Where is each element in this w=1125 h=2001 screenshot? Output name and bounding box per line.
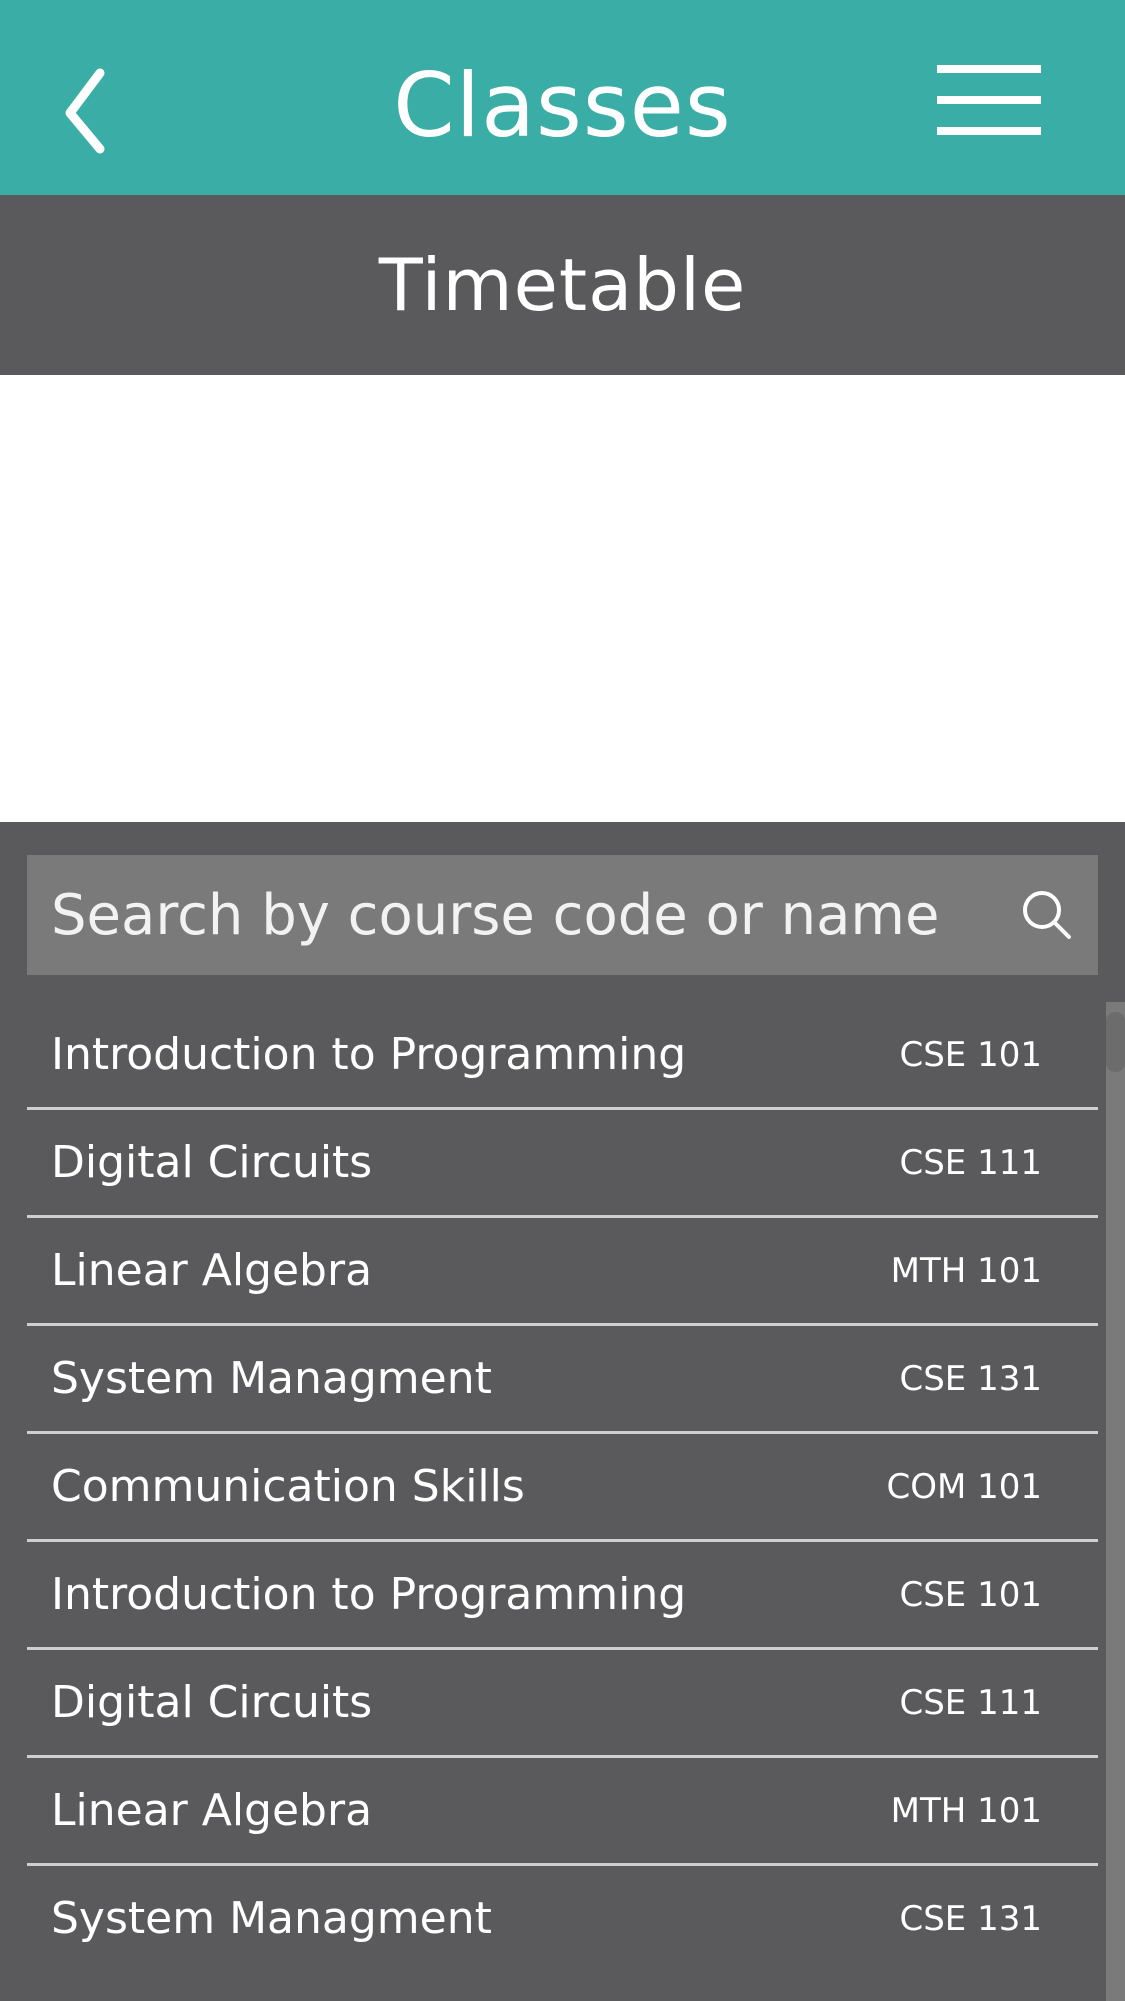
- course-name: Introduction to Programming: [51, 1029, 687, 1080]
- course-name: Linear Algebra: [51, 1245, 373, 1296]
- course-code: MTH 101: [890, 1250, 1042, 1291]
- course-panel: Introduction to Programming CSE 101 Digi…: [0, 822, 1125, 2001]
- section-header: Timetable: [0, 195, 1125, 375]
- scrollbar-track[interactable]: [1106, 1002, 1125, 2001]
- course-code: CSE 131: [899, 1358, 1042, 1399]
- course-code: CSE 101: [899, 1034, 1042, 1075]
- scrollbar-thumb[interactable]: [1106, 1012, 1125, 1072]
- course-row[interactable]: Linear Algebra MTH 101: [27, 1218, 1098, 1326]
- timetable-area: [0, 375, 1125, 822]
- course-row[interactable]: System Managment CSE 131: [27, 1326, 1098, 1434]
- search-icon[interactable]: [1017, 885, 1077, 945]
- course-name: Introduction to Programming: [51, 1569, 687, 1620]
- course-row[interactable]: System Managment CSE 131: [27, 1866, 1098, 1974]
- hamburger-menu-icon: [937, 65, 1041, 135]
- search-bar: [27, 855, 1098, 975]
- course-code: CSE 131: [899, 1898, 1042, 1939]
- course-row[interactable]: Digital Circuits CSE 111: [27, 1650, 1098, 1758]
- course-name: System Managment: [51, 1893, 492, 1944]
- course-code: CSE 111: [899, 1142, 1042, 1183]
- course-name: Communication Skills: [51, 1461, 525, 1512]
- course-row[interactable]: Communication Skills COM 101: [27, 1434, 1098, 1542]
- course-row[interactable]: Linear Algebra MTH 101: [27, 1758, 1098, 1866]
- app-screen: Classes Timetable Introduction to Progra…: [0, 0, 1125, 2001]
- menu-button[interactable]: [920, 45, 1060, 155]
- course-name: Digital Circuits: [51, 1137, 373, 1188]
- course-name: System Managment: [51, 1353, 492, 1404]
- top-app-bar: Classes: [0, 0, 1125, 195]
- course-list: Introduction to Programming CSE 101 Digi…: [27, 1002, 1098, 1974]
- course-name: Linear Algebra: [51, 1785, 373, 1836]
- course-code: CSE 101: [899, 1574, 1042, 1615]
- course-code: CSE 111: [899, 1682, 1042, 1723]
- course-code: COM 101: [886, 1466, 1042, 1507]
- course-row[interactable]: Introduction to Programming CSE 101: [27, 1002, 1098, 1110]
- course-row[interactable]: Introduction to Programming CSE 101: [27, 1542, 1098, 1650]
- search-input[interactable]: [27, 855, 987, 975]
- course-code: MTH 101: [890, 1790, 1042, 1831]
- course-row[interactable]: Digital Circuits CSE 111: [27, 1110, 1098, 1218]
- course-name: Digital Circuits: [51, 1677, 373, 1728]
